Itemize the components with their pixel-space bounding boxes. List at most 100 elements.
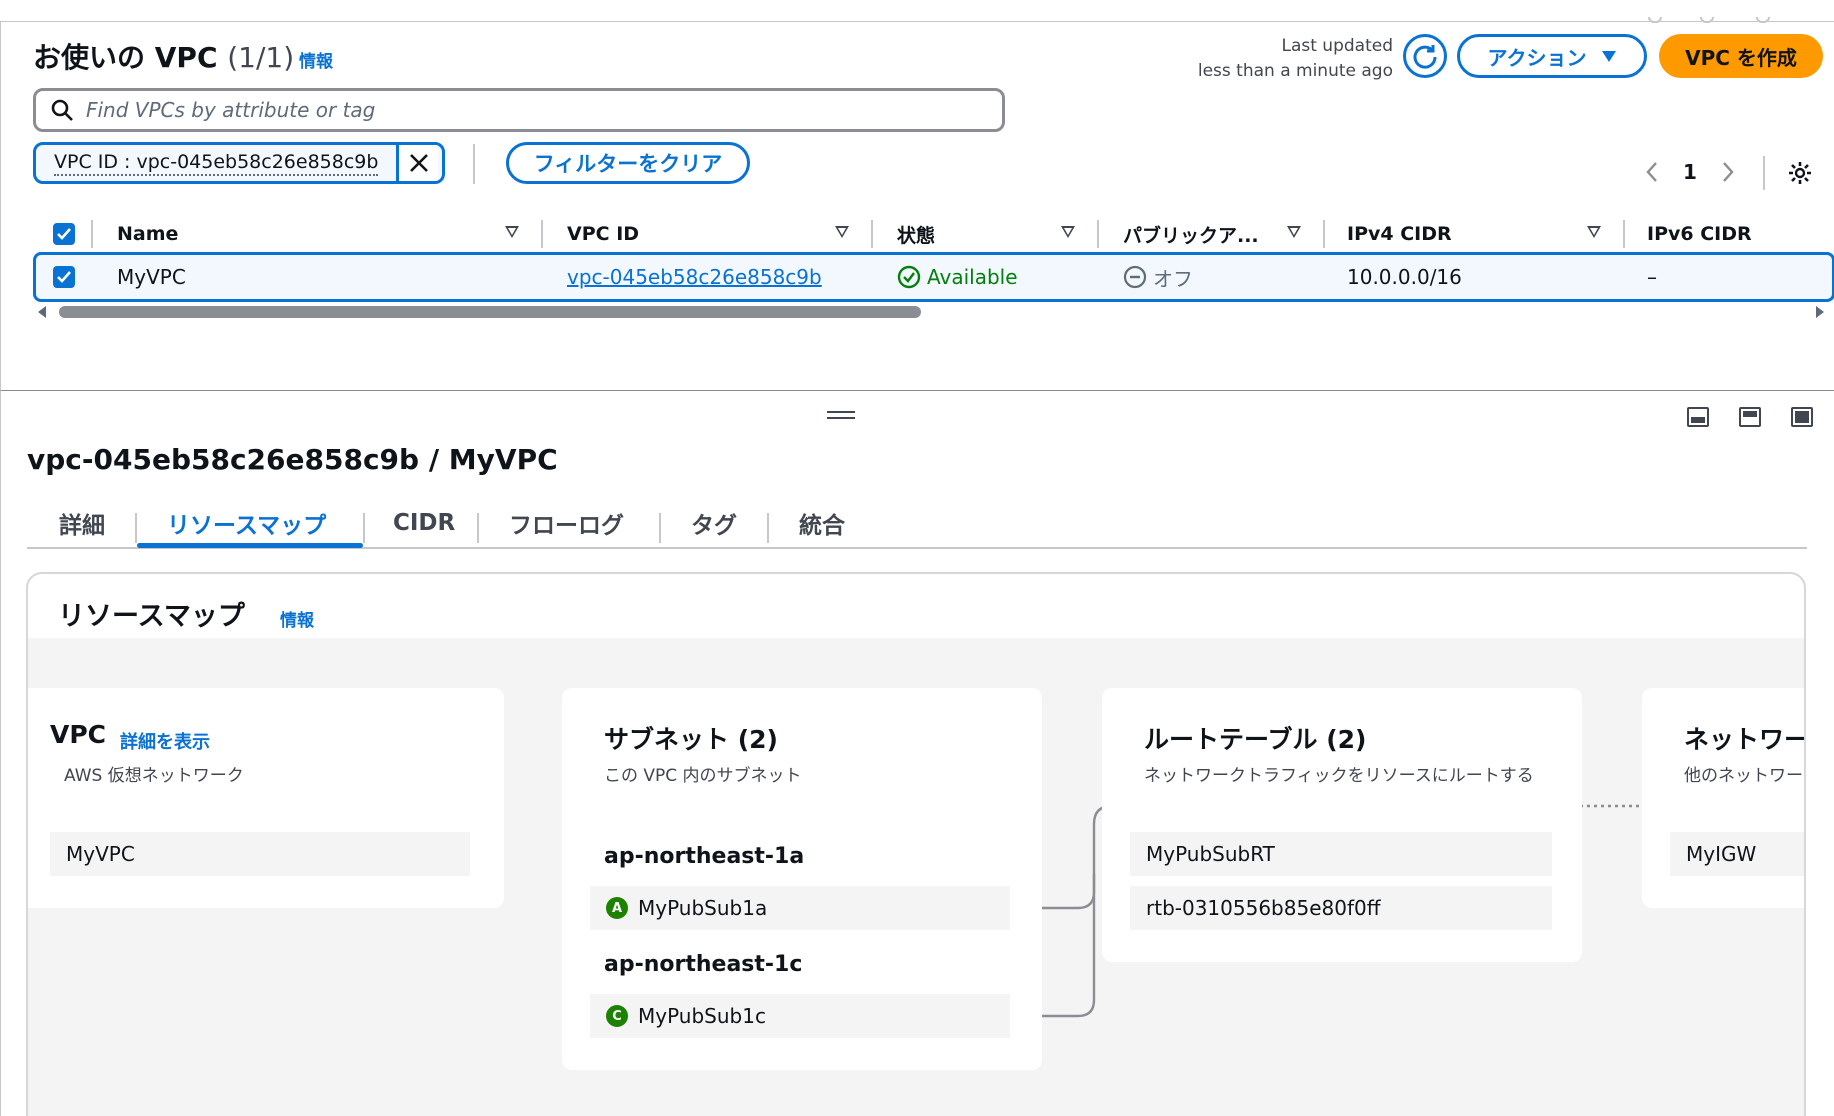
tab-bar: 詳細 リソースマップ CIDR フローログ タグ 統合: [27, 499, 1807, 549]
cell-name: MyVPC: [117, 265, 186, 289]
scroll-right-icon[interactable]: [1815, 306, 1825, 318]
subnet-1a-label: MyPubSub1a: [638, 896, 768, 920]
scroll-left-icon[interactable]: [37, 306, 47, 318]
close-icon: [410, 154, 428, 172]
route-table-item-2[interactable]: rtb-0310556b85e80f0ff: [1130, 886, 1552, 930]
resize-handle[interactable]: [827, 411, 855, 419]
filter-token-label: VPC ID : vpc-045eb58c26e858c9b: [36, 145, 396, 181]
subnet-item-1a[interactable]: A MyPubSub1a: [590, 886, 1010, 930]
tab-cidr[interactable]: CIDR: [393, 499, 455, 547]
column-header-ipv6[interactable]: IPv6 CIDR: [1647, 212, 1752, 256]
pagination: 1: [1645, 160, 1735, 184]
remove-filter-button[interactable]: [396, 145, 439, 181]
vpc-panel: VPC 詳細を表示 AWS 仮想ネットワーク MyVPC: [28, 688, 504, 908]
chevron-left-icon[interactable]: [1645, 161, 1659, 183]
details-heading: vpc-045eb58c26e858c9b / MyVPC: [27, 443, 558, 476]
tab-divider: [659, 513, 661, 543]
column-header-state[interactable]: 状態: [897, 212, 935, 256]
select-all-checkbox[interactable]: [53, 223, 75, 245]
tab-resource-map[interactable]: リソースマップ: [167, 499, 326, 547]
panel-side-icon[interactable]: [1739, 407, 1761, 427]
minus-circle-icon: [1123, 265, 1147, 289]
subnets-panel-title: サブネット (2): [604, 725, 778, 754]
tab-flow-logs[interactable]: フローログ: [509, 499, 624, 547]
column-header-vpc-id[interactable]: VPC ID: [567, 212, 639, 256]
filter-token-text: VPC ID : vpc-045eb58c26e858c9b: [54, 150, 379, 176]
pager-divider: [1763, 156, 1765, 190]
tab-tags[interactable]: タグ: [691, 499, 737, 547]
horizontal-scrollbar[interactable]: [37, 304, 1827, 320]
preferences-button[interactable]: [1787, 160, 1813, 190]
column-divider: [541, 220, 543, 248]
subnet-item-1c[interactable]: C MyPubSub1c: [590, 994, 1010, 1038]
column-divider: [91, 220, 93, 248]
tab-divider: [767, 513, 769, 543]
filter-token: VPC ID : vpc-045eb58c26e858c9b: [33, 142, 445, 184]
subnets-panel-subtitle: この VPC 内のサブネット: [604, 766, 802, 786]
last-updated-value: less than a minute ago: [1197, 61, 1393, 81]
search-input[interactable]: [86, 98, 986, 122]
network-panel-subtitle: 他のネットワークへの接続: [1684, 766, 1804, 786]
state-text: Available: [927, 265, 1018, 289]
cell-public: オフ: [1123, 255, 1193, 299]
table-row[interactable]: MyVPC vpc-045eb58c26e858c9b Available オフ…: [33, 252, 1834, 302]
row-checkbox[interactable]: [53, 266, 75, 288]
chevron-right-icon[interactable]: [1721, 161, 1735, 183]
scroll-thumb[interactable]: [59, 306, 921, 318]
route-tables-subtitle: ネットワークトラフィックをリソースにルートする: [1144, 766, 1534, 786]
az-a-badge: A: [606, 897, 628, 919]
check-icon: [57, 228, 71, 240]
vpc-list-panel: お使いの VPC (1/1) 情報 Last updated less than…: [0, 22, 1834, 390]
caret-down-icon: [1601, 51, 1616, 62]
column-divider: [1323, 220, 1325, 248]
info-link[interactable]: 情報: [299, 47, 333, 72]
column-header-name[interactable]: Name: [117, 212, 178, 256]
column-header-ipv4[interactable]: IPv4 CIDR: [1347, 212, 1452, 256]
actions-button[interactable]: アクション: [1457, 34, 1647, 78]
column-header-public[interactable]: パブリックア...: [1123, 212, 1259, 256]
tab-divider: [477, 513, 479, 543]
cell-ipv6: –: [1647, 265, 1657, 289]
current-page[interactable]: 1: [1683, 160, 1697, 184]
tab-details[interactable]: 詳細: [59, 499, 105, 547]
column-divider: [1097, 220, 1099, 248]
panel-fullscreen-icon[interactable]: [1791, 407, 1813, 427]
az-c-badge: C: [606, 1005, 628, 1027]
route-tables-title: ルートテーブル (2): [1144, 725, 1367, 754]
clear-filters-button[interactable]: フィルターをクリア: [506, 142, 750, 184]
cell-ipv4: 10.0.0.0/16: [1347, 265, 1462, 289]
sort-caret-icon[interactable]: [1587, 226, 1601, 238]
vpc-details-link[interactable]: 詳細を表示: [120, 728, 210, 754]
refresh-button[interactable]: [1403, 34, 1447, 78]
column-divider: [871, 220, 873, 248]
last-updated-text: Last updated less than a minute ago: [1161, 34, 1393, 84]
public-text: オフ: [1153, 266, 1193, 291]
igw-item[interactable]: MyIGW: [1670, 832, 1804, 876]
table-header: Name VPC ID 状態 パブリックア... IPv4 CIDR IPv6 …: [33, 212, 1834, 256]
route-table-item-1[interactable]: MyPubSubRT: [1130, 832, 1552, 876]
vpc-item[interactable]: MyVPC: [50, 832, 470, 876]
sort-caret-icon[interactable]: [505, 226, 519, 238]
top-edge: [0, 0, 1834, 23]
route-tables-panel: ルートテーブル (2) ネットワークトラフィックをリソースにルートする MyPu…: [1102, 688, 1582, 962]
create-vpc-button[interactable]: VPC を作成: [1659, 34, 1823, 78]
refresh-icon: [1413, 45, 1437, 69]
cell-state: Available: [897, 255, 1018, 299]
tab-integrations[interactable]: 統合: [799, 499, 845, 547]
sort-caret-icon[interactable]: [835, 226, 849, 238]
vpc-panel-subtitle: AWS 仮想ネットワーク: [64, 766, 244, 786]
search-bar[interactable]: [33, 88, 1005, 132]
subnet-1c-label: MyPubSub1c: [638, 1004, 766, 1028]
sort-caret-icon[interactable]: [1061, 226, 1075, 238]
vpc-id-link[interactable]: vpc-045eb58c26e858c9b: [567, 255, 822, 299]
subnets-panel: サブネット (2) この VPC 内のサブネット ap-northeast-1a…: [562, 688, 1042, 1070]
az-1c-title: ap-northeast-1c: [604, 952, 803, 977]
check-icon: [57, 271, 71, 283]
gear-icon: [1789, 162, 1811, 184]
filter-divider: [473, 144, 475, 184]
vpc-panel-title: VPC: [50, 720, 107, 749]
sort-caret-icon[interactable]: [1287, 226, 1301, 238]
panel-bottom-icon[interactable]: [1687, 407, 1709, 427]
split-panel-controls: [1687, 407, 1813, 427]
network-connections-panel: ネットワーク接続 他のネットワークへの接続 MyIGW: [1642, 688, 1804, 908]
